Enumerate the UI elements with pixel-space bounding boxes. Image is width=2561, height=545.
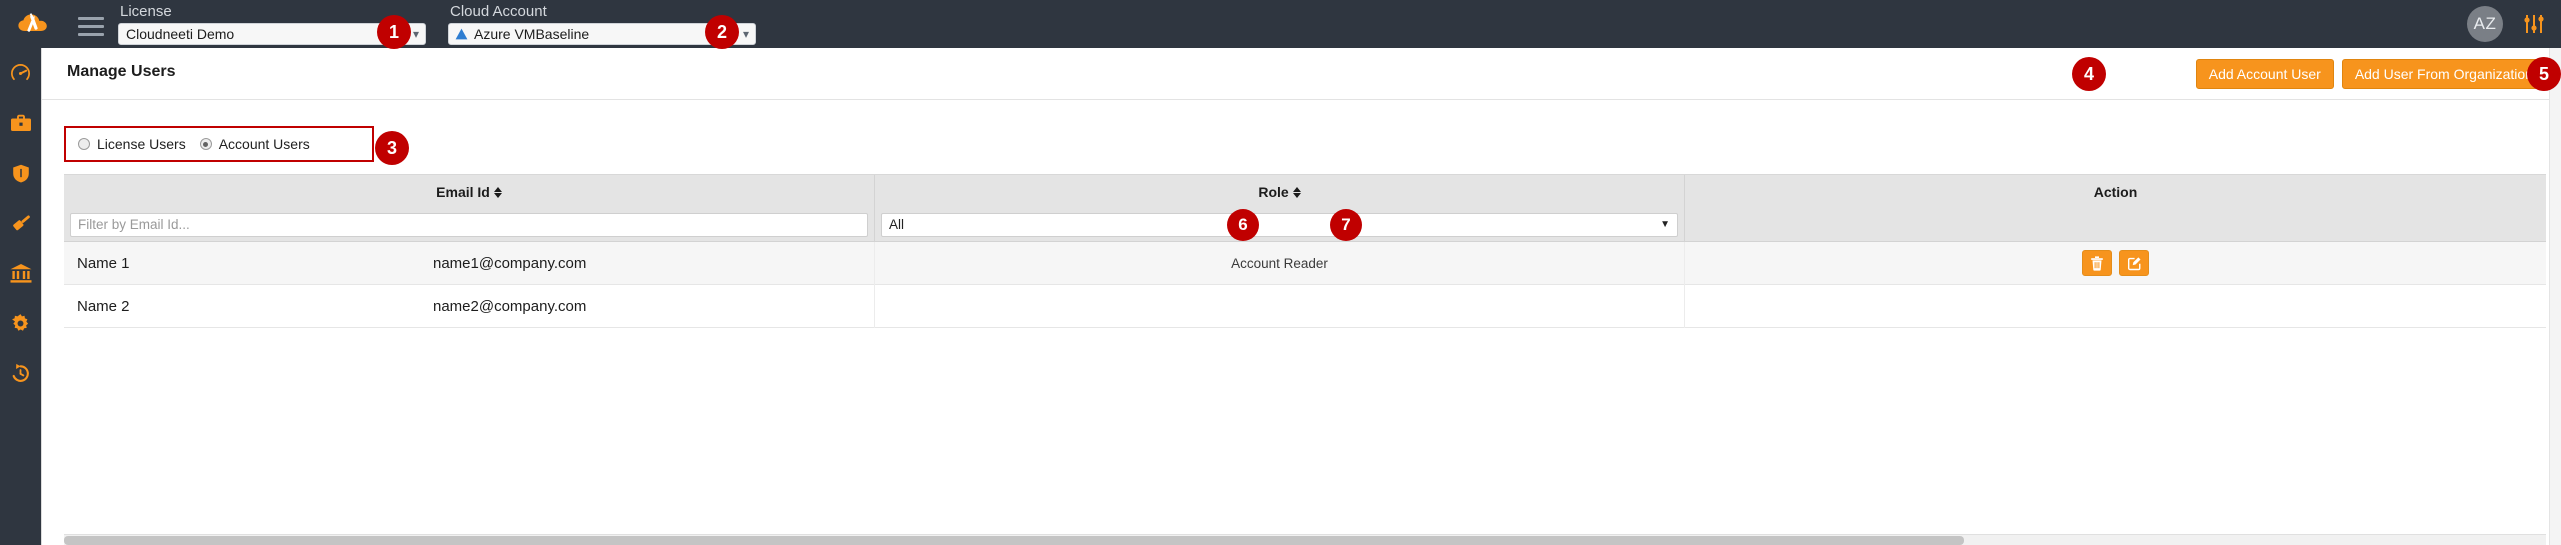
sidebar-item-security[interactable] [0, 148, 41, 198]
table-filter-row: All ▼ [64, 207, 2546, 242]
column-label: Email Id [436, 184, 490, 200]
dashboard-gauge-icon [11, 63, 30, 80]
cell-email: name2@company.com [433, 297, 587, 315]
chevron-down-icon: ▼ [1660, 219, 1670, 230]
users-table: Email Id Role Action All ▼ [64, 174, 2546, 328]
sidebar-item-settings[interactable] [0, 298, 41, 348]
radio-license-users[interactable]: License Users [78, 136, 186, 152]
cloud-tools-logo-icon [18, 13, 47, 32]
callout-badge-7: 7 [1330, 209, 1362, 241]
callout-badge-4: 4 [2072, 57, 2106, 91]
edit-user-button[interactable] [2119, 250, 2149, 276]
page-header: Manage Users Add Account User Add User F… [42, 48, 2561, 100]
license-value: Cloudneeti Demo [126, 26, 235, 42]
hamburger-bar [78, 32, 104, 36]
sidebar-item-dashboard[interactable] [0, 48, 41, 98]
email-filter-cell [64, 208, 874, 242]
action-filter-cell [1684, 207, 2546, 242]
cell-role [874, 284, 1684, 328]
callout-badge-2: 2 [705, 15, 739, 49]
edit-pencil-icon [2127, 256, 2140, 270]
delete-user-button[interactable] [2082, 250, 2112, 276]
sliders-icon[interactable] [2521, 11, 2547, 37]
table-header-row: Email Id Role Action [64, 174, 2546, 209]
hamburger-bar [78, 24, 104, 28]
callout-badge-5: 5 [2527, 57, 2561, 91]
cell-name: Name 1 [77, 254, 130, 272]
scrollbar-thumb[interactable] [64, 536, 1964, 545]
table-row[interactable]: Name 2 name2@company.com [64, 284, 2546, 328]
sidebar [0, 48, 41, 545]
column-label: Role [1258, 184, 1289, 200]
user-scope-radio-group: License Users Account Users [64, 126, 374, 162]
radio-account-users[interactable]: Account Users [199, 136, 310, 152]
search-input[interactable] [70, 212, 868, 237]
column-label: Action [2093, 184, 2138, 200]
add-account-user-button[interactable]: Add Account User [2195, 59, 2334, 89]
sort-icon[interactable] [493, 186, 502, 198]
sidebar-item-history[interactable] [0, 348, 41, 398]
column-header-role[interactable]: Role [874, 175, 1684, 209]
radio-icon [78, 138, 90, 150]
app-logo[interactable] [0, 0, 68, 48]
sidebar-item-governance[interactable] [0, 248, 41, 298]
main-panel: Manage Users Add Account User Add User F… [41, 48, 2561, 545]
role-filter-select[interactable]: All ▼ [881, 212, 1678, 237]
gavel-icon [12, 215, 30, 231]
cell-action [1684, 284, 2546, 328]
column-header-email-id[interactable]: Email Id [64, 175, 874, 209]
bank-icon [10, 264, 31, 283]
sidebar-item-compliance[interactable] [0, 198, 41, 248]
history-clock-icon [12, 363, 29, 382]
top-bar-right: AZ [2467, 0, 2551, 48]
table-row[interactable]: Name 1 name1@company.com Account Reader [64, 241, 2546, 285]
cell-role: Account Reader [874, 241, 1684, 285]
cell-action [1684, 241, 2546, 285]
callout-badge-6: 6 [1227, 209, 1259, 241]
role-filter-cell: All ▼ [874, 207, 1684, 242]
sort-icon[interactable] [1292, 186, 1301, 198]
radio-account-users-label: Account Users [218, 136, 310, 152]
trash-icon [2091, 255, 2103, 271]
cell-email: name1@company.com [433, 254, 587, 272]
shield-icon [12, 164, 29, 182]
callout-badge-3: 3 [375, 131, 409, 165]
add-user-from-organization-button[interactable]: Add User From Organization [2341, 59, 2546, 89]
column-header-action: Action [1684, 175, 2546, 209]
chevron-down-icon[interactable]: ▾ [743, 24, 749, 44]
vertical-scrollbar[interactable] [2549, 48, 2561, 545]
briefcase-icon [10, 114, 31, 131]
hamburger-bar [78, 16, 104, 20]
callout-badge-1: 1 [377, 15, 411, 49]
chevron-down-icon[interactable]: ▾ [413, 24, 419, 44]
page-title: Manage Users [67, 63, 176, 80]
cloud-account-value: Azure VMBaseline [474, 26, 590, 42]
hamburger-menu-icon[interactable] [68, 0, 114, 48]
cell-name: Name 2 [77, 297, 130, 315]
role-filter-value: All [889, 217, 905, 232]
avatar[interactable]: AZ [2467, 6, 2503, 42]
page-actions: Add Account User Add User From Organizat… [2195, 59, 2546, 89]
azure-icon [455, 28, 468, 40]
sidebar-item-portfolio[interactable] [0, 98, 41, 148]
gear-icon [12, 313, 29, 331]
horizontal-scrollbar[interactable] [64, 534, 2546, 545]
radio-license-users-label: License Users [97, 136, 186, 152]
radio-icon-selected [199, 138, 212, 150]
